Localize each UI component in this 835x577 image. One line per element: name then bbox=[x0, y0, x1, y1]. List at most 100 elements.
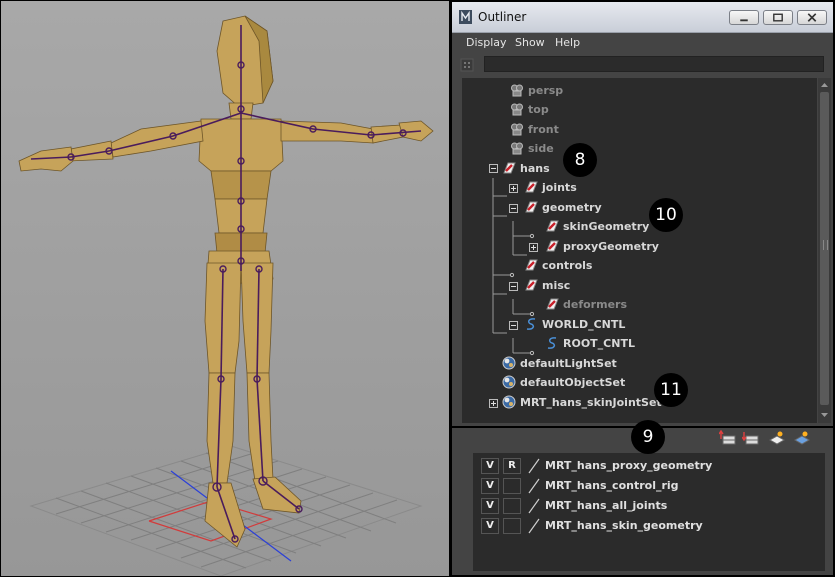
tree-item-label: defaultObjectSet bbox=[520, 376, 626, 389]
tree-item-label: deformers bbox=[563, 298, 627, 311]
menu-bar: Display Show Help bbox=[452, 33, 833, 53]
expander-proxy-geometry[interactable] bbox=[529, 243, 538, 252]
tree-item-front[interactable]: front bbox=[510, 121, 559, 139]
tree-item-label: defaultLightSet bbox=[520, 357, 617, 370]
tree-item-label: front bbox=[528, 123, 559, 136]
expander-world-cntl[interactable] bbox=[509, 321, 518, 330]
scrollbar-thumb[interactable] bbox=[820, 92, 829, 405]
tree-item-misc[interactable]: misc bbox=[524, 277, 570, 295]
tree-item-skingeometry[interactable]: skinGeometry bbox=[545, 218, 649, 236]
layer-name: MRT_hans_all_joints bbox=[545, 499, 668, 512]
layer-name: MRT_hans_proxy_geometry bbox=[545, 459, 713, 472]
layer-list[interactable]: V R MRT_hans_proxy_geometry V MRT_hans_contr… bbox=[473, 453, 825, 571]
layer-display-type-toggle[interactable] bbox=[503, 478, 521, 494]
filter-options-icon[interactable] bbox=[460, 58, 474, 72]
tree-item-side[interactable]: side bbox=[510, 140, 554, 158]
callout-11: 11 bbox=[654, 373, 688, 407]
layer-row[interactable]: V R MRT_hans_proxy_geometry bbox=[477, 457, 821, 476]
tree-item-proxygeometry[interactable]: proxyGeometry bbox=[545, 238, 659, 256]
minimize-icon bbox=[740, 19, 748, 22]
new-layer-icon[interactable] bbox=[768, 430, 786, 446]
close-icon bbox=[807, 13, 817, 22]
tree-item-world-cntl[interactable]: WORLD_CNTL bbox=[524, 316, 625, 334]
move-layer-down-icon[interactable] bbox=[742, 430, 760, 446]
layer-color-swatch-icon[interactable] bbox=[527, 458, 541, 474]
outliner-tree[interactable]: persp top front side hans joints geometry skinG… bbox=[462, 78, 817, 423]
tree-item-label: joints bbox=[542, 181, 577, 194]
layer-row[interactable]: V MRT_hans_control_rig bbox=[477, 477, 821, 496]
tree-item-controls[interactable]: controls bbox=[524, 257, 592, 275]
set-icon bbox=[502, 375, 516, 389]
tree-item-label: WORLD_CNTL bbox=[542, 318, 626, 331]
layer-visibility-toggle[interactable]: V bbox=[481, 518, 499, 534]
group-icon bbox=[546, 240, 559, 252]
callout-8: 8 bbox=[563, 143, 597, 177]
tree-item-root-cntl[interactable]: ROOT_CNTL bbox=[545, 335, 635, 353]
tree-item-top[interactable]: top bbox=[510, 101, 549, 119]
tree-item-persp[interactable]: persp bbox=[510, 82, 563, 100]
layer-color-swatch-icon[interactable] bbox=[527, 478, 541, 494]
group-icon bbox=[546, 298, 559, 310]
layer-visibility-toggle[interactable]: V bbox=[481, 458, 499, 474]
layer-visibility-toggle[interactable]: V bbox=[481, 478, 499, 494]
layer-display-type-toggle[interactable]: R bbox=[503, 458, 521, 474]
tree-item-label: top bbox=[528, 103, 549, 116]
expander-skin-joint-set[interactable] bbox=[489, 399, 498, 408]
layer-row[interactable]: V MRT_hans_skin_geometry bbox=[477, 517, 821, 536]
group-icon bbox=[525, 279, 538, 291]
layer-color-swatch-icon[interactable] bbox=[527, 498, 541, 514]
layer-name: MRT_hans_skin_geometry bbox=[545, 519, 703, 532]
group-icon bbox=[525, 259, 538, 271]
maximize-icon bbox=[773, 13, 783, 22]
camera-icon bbox=[511, 142, 523, 155]
tree-item-defaultlightset[interactable]: defaultLightSet bbox=[502, 355, 617, 373]
expander-joints[interactable] bbox=[509, 184, 518, 193]
menu-help[interactable]: Help bbox=[555, 36, 580, 49]
layer-color-swatch-icon[interactable] bbox=[527, 518, 541, 534]
outliner-scrollbar[interactable] bbox=[818, 78, 831, 423]
tree-item-label: MRT_hans_skinJointSet bbox=[520, 396, 662, 409]
expander-misc[interactable] bbox=[509, 282, 518, 291]
camera-icon bbox=[511, 123, 523, 136]
group-icon bbox=[503, 162, 516, 174]
maximize-button[interactable] bbox=[763, 10, 793, 25]
callout-10: 10 bbox=[649, 198, 683, 232]
filter-bar bbox=[452, 54, 833, 76]
filter-input[interactable] bbox=[484, 56, 824, 72]
layer-display-type-toggle[interactable] bbox=[503, 518, 521, 534]
window-title: Outliner bbox=[478, 10, 527, 24]
tree-item-geometry[interactable]: geometry bbox=[524, 199, 602, 217]
tree-item-label: skinGeometry bbox=[563, 220, 650, 233]
minimize-button[interactable] bbox=[729, 10, 759, 25]
group-icon bbox=[525, 181, 538, 193]
menu-display[interactable]: Display bbox=[466, 36, 507, 49]
layer-name: MRT_hans_control_rig bbox=[545, 479, 679, 492]
3d-viewport[interactable] bbox=[1, 1, 449, 576]
camera-icon bbox=[511, 84, 523, 97]
expander-geometry[interactable] bbox=[509, 204, 518, 213]
tree-item-label: geometry bbox=[542, 201, 602, 214]
group-icon bbox=[546, 220, 559, 232]
set-icon bbox=[502, 356, 516, 370]
tree-item-label: ROOT_CNTL bbox=[563, 337, 635, 350]
scroll-up-icon[interactable] bbox=[820, 81, 829, 89]
move-layer-up-icon[interactable] bbox=[719, 430, 737, 446]
curve-icon bbox=[547, 337, 557, 349]
tree-item-joints[interactable]: joints bbox=[524, 179, 577, 197]
outliner-window: Outliner Display Show Help persp top fro… bbox=[452, 2, 833, 426]
tree-item-mrt-hans-skinjointset[interactable]: MRT_hans_skinJointSet bbox=[502, 394, 662, 412]
tree-item-deformers[interactable]: deformers bbox=[545, 296, 627, 314]
layer-display-type-toggle[interactable] bbox=[503, 498, 521, 514]
expander-hans[interactable] bbox=[489, 164, 498, 173]
set-icon bbox=[502, 395, 516, 409]
layer-row[interactable]: V MRT_hans_all_joints bbox=[477, 497, 821, 516]
tree-item-hans[interactable]: hans bbox=[502, 160, 550, 178]
new-layer-from-selected-icon[interactable] bbox=[793, 430, 811, 446]
layer-visibility-toggle[interactable]: V bbox=[481, 498, 499, 514]
scroll-down-icon[interactable] bbox=[820, 411, 829, 419]
close-button[interactable] bbox=[797, 10, 827, 25]
group-icon bbox=[525, 201, 538, 213]
title-bar[interactable]: Outliner bbox=[452, 2, 833, 33]
menu-show[interactable]: Show bbox=[515, 36, 545, 49]
tree-item-defaultobjectset[interactable]: defaultObjectSet bbox=[502, 374, 625, 392]
